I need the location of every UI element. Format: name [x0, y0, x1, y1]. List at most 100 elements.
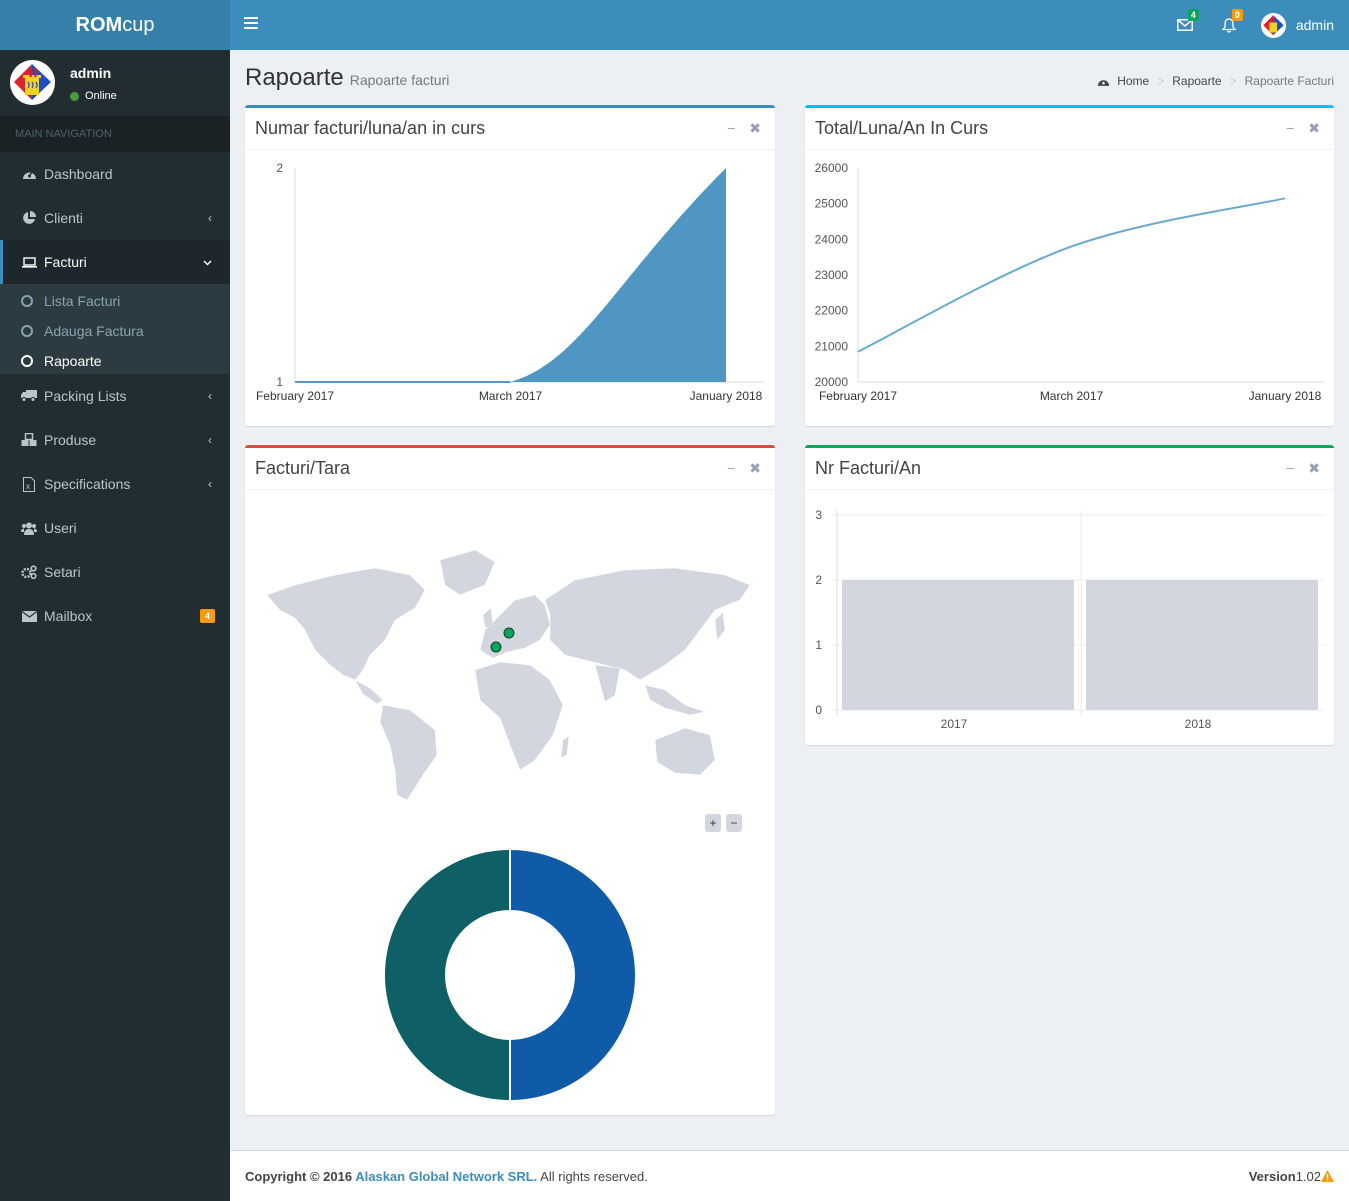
minimize-button[interactable]: −: [727, 120, 735, 137]
sidebar-item-packing-lists[interactable]: Packing Lists ‹: [0, 374, 230, 418]
sidebar-item-label: Setari: [44, 564, 81, 580]
gears-icon: [21, 565, 37, 579]
page-title: Rapoarte: [245, 64, 344, 91]
box-facturi-tara: Facturi/Tara − ✖ + −: [245, 445, 775, 1115]
messages-badge: 4: [1187, 9, 1199, 21]
box-title: Facturi/Tara: [255, 458, 351, 478]
online-status-icon: [70, 91, 79, 101]
map-marker-germany[interactable]: [503, 627, 515, 639]
content-header: Rapoarte Rapoarte facturi: [245, 64, 449, 92]
footer: Copyright © 2016 Alaskan Global Network …: [230, 1150, 1349, 1201]
logo-light-text: cup: [122, 14, 155, 36]
box-total-luna: Total/Luna/An In Curs − ✖ 20000 21000 22000…: [805, 105, 1334, 426]
notifications-button[interactable]: 0: [1207, 0, 1251, 50]
laptop-icon: [21, 255, 37, 269]
sidebar-toggle-button[interactable]: [244, 17, 258, 29]
sidebar-subitem-lista-facturi[interactable]: Lista Facturi: [0, 286, 230, 316]
breadcrumb: Home > Rapoarte > Rapoarte Facturi: [1097, 74, 1334, 88]
minimize-button[interactable]: −: [727, 460, 735, 477]
sidebar-item-label: Specifications: [44, 476, 131, 492]
box-title: Numar facturi/luna/an in curs: [255, 118, 486, 138]
sidebar-subitem-adauga-factura[interactable]: Adauga Factura: [0, 316, 230, 346]
x-tick-label: March 2017: [479, 389, 543, 403]
sidebar-subitem-label: Rapoarte: [44, 353, 102, 369]
box-title: Nr Facturi/An: [815, 458, 922, 478]
map-southeast-asia: [644, 684, 706, 716]
chevron-down-icon: [203, 255, 212, 269]
sidebar-subitem-label: Adauga Factura: [44, 323, 144, 339]
map-africa: [474, 661, 564, 771]
file-excel-icon: x: [21, 476, 37, 492]
copyright-text: Copyright © 2016: [245, 1168, 356, 1184]
sidebar-item-label: Mailbox: [44, 608, 93, 624]
sidebar-item-facturi[interactable]: Facturi: [0, 240, 230, 284]
box-title: Total/Luna/An In Curs: [815, 118, 989, 138]
breadcrumb-separator: >: [1157, 74, 1165, 88]
mailbox-badge: 4: [199, 609, 215, 623]
x-tick-label: February 2017: [819, 389, 897, 403]
facturi-submenu: Lista Facturi Adauga Factura Rapoarte: [0, 284, 230, 374]
bar-chart: 0 1 2 3 2017 2018: [815, 508, 1325, 731]
envelope-icon: [21, 609, 37, 623]
y-tick-label: 3: [815, 508, 822, 522]
user-status[interactable]: Online: [70, 90, 117, 102]
world-map[interactable]: [245, 490, 775, 810]
minimize-button[interactable]: −: [1286, 460, 1294, 477]
breadcrumb-home[interactable]: Home: [1117, 74, 1149, 88]
minimize-button[interactable]: −: [1286, 120, 1294, 137]
close-button[interactable]: ✖: [749, 120, 761, 137]
close-button[interactable]: ✖: [749, 460, 761, 477]
box-nr-facturi-an: Nr Facturi/An − ✖ 0 1 2 3 2017 2018: [805, 445, 1334, 745]
version-number: 1.02: [1295, 1168, 1321, 1184]
sidebar-item-setari[interactable]: Setari: [0, 550, 230, 594]
sidebar-item-useri[interactable]: Useri: [0, 506, 230, 550]
y-tick-label: 26000: [815, 161, 849, 175]
sidebar-item-dashboard[interactable]: Dashboard: [0, 152, 230, 196]
y-tick-label: 0: [815, 703, 822, 717]
sidebar-user-name: admin: [70, 65, 112, 81]
bar: [842, 580, 1074, 710]
top-navbar: ROMcup 4 0 admin: [0, 0, 1349, 50]
map-zoom-out-button[interactable]: −: [726, 814, 742, 832]
map-marker-france[interactable]: [490, 641, 502, 653]
y-tick-label: 24000: [815, 232, 849, 246]
sidebar-item-label: Dashboard: [44, 166, 113, 182]
sidebar: admin Online MAIN NAVIGATION Dashboard C…: [0, 50, 230, 1201]
sidebar-item-produse[interactable]: Produse ‹: [0, 418, 230, 462]
sidebar-item-label: Useri: [44, 520, 77, 536]
circle-icon: [21, 355, 33, 367]
close-button[interactable]: ✖: [1308, 460, 1320, 477]
y-tick-label: 2: [815, 573, 822, 587]
breadcrumb-current: Rapoarte Facturi: [1244, 74, 1334, 88]
sidebar-item-mailbox[interactable]: Mailbox 4: [0, 594, 230, 638]
close-button[interactable]: ✖: [1308, 120, 1320, 137]
area-chart: 1 2 February 2017 March 2017 January 2018: [256, 161, 765, 403]
user-status-text: Online: [85, 90, 117, 102]
line-series: [857, 197, 1286, 353]
dashboard-icon: [1098, 79, 1110, 86]
messages-button[interactable]: 4: [1163, 0, 1207, 50]
chevron-left-icon: ‹: [208, 477, 212, 491]
sidebar-item-label: Facturi: [44, 254, 87, 270]
sidebar-item-clienti[interactable]: Clienti ‹: [0, 196, 230, 240]
map-australia: [654, 727, 716, 776]
map-zoom-in-button[interactable]: +: [705, 814, 721, 832]
y-tick-label: 1: [815, 638, 822, 652]
avatar: [10, 60, 55, 105]
chevron-left-icon: ‹: [208, 211, 212, 225]
sidebar-item-label: Produse: [44, 432, 97, 448]
company-link[interactable]: Alaskan Global Network SRL.: [355, 1169, 537, 1184]
sidebar-subitem-rapoarte[interactable]: Rapoarte: [0, 346, 230, 376]
circle-icon: [21, 295, 33, 307]
main-navigation-header: MAIN NAVIGATION: [0, 116, 230, 152]
user-account-menu[interactable]: admin: [1251, 0, 1349, 50]
map-central-america: [354, 679, 384, 705]
page-subtitle: Rapoarte facturi: [349, 72, 450, 88]
app-logo[interactable]: ROMcup: [0, 0, 230, 50]
y-tick-label: 25000: [815, 197, 849, 211]
sidebar-item-label: Packing Lists: [44, 388, 127, 404]
breadcrumb-rapoarte[interactable]: Rapoarte: [1172, 74, 1221, 88]
sidebar-item-specifications[interactable]: x Specifications ‹: [0, 462, 230, 506]
map-north-america: [266, 567, 426, 681]
line-chart: 20000 21000 22000 23000 24000 25000 26000 Febru…: [815, 161, 1325, 403]
